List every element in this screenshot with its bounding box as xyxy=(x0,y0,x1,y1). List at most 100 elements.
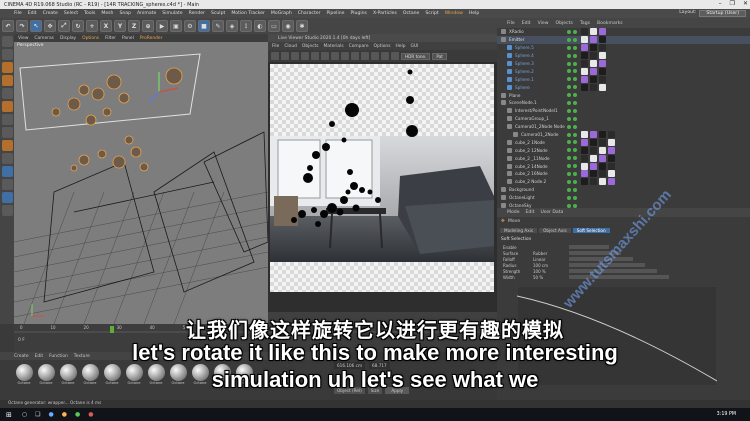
object-picker-icon[interactable] xyxy=(351,52,359,60)
visibility-dots[interactable] xyxy=(567,179,577,184)
object-list-item[interactable]: cube_2 16Node xyxy=(497,170,750,178)
pause-render-icon[interactable] xyxy=(291,52,299,60)
object-list-item[interactable]: Sphere.4 xyxy=(497,52,750,60)
material-tag-icon[interactable] xyxy=(590,170,597,178)
edges-mode-icon[interactable] xyxy=(1,101,13,112)
object-list-item[interactable]: Background xyxy=(497,186,750,194)
object-name[interactable]: Sphere xyxy=(515,85,530,90)
material-picker-icon[interactable] xyxy=(341,52,349,60)
object-manager-menu-item[interactable]: Edit xyxy=(522,21,531,26)
attribute-subtab[interactable]: Object Axis xyxy=(539,227,571,233)
maximize-button[interactable]: ❐ xyxy=(730,0,735,7)
live-viewer-menu-item[interactable]: Options xyxy=(374,44,391,49)
object-list-item[interactable]: SceneNode.1 xyxy=(497,99,750,107)
material-tag-icon[interactable] xyxy=(581,170,588,178)
object-list-item[interactable]: Plane xyxy=(497,91,750,99)
menu-item[interactable]: File xyxy=(14,11,22,16)
object-name[interactable]: CameraGroup_1 xyxy=(515,116,549,121)
taskbar-app-icon[interactable]: ● xyxy=(45,411,58,418)
object-name[interactable]: cube_2 12Node xyxy=(515,148,548,153)
material-tag-icon[interactable] xyxy=(599,28,606,36)
menu-item[interactable]: Script xyxy=(425,11,438,16)
visibility-dots[interactable] xyxy=(567,132,577,137)
object-name[interactable]: Interest/PointNodel1 xyxy=(515,108,558,113)
material-tag-icon[interactable] xyxy=(599,162,606,170)
visibility-dots[interactable] xyxy=(567,37,577,42)
object-name[interactable]: Sphere.2 xyxy=(515,69,534,74)
model-mode-icon[interactable] xyxy=(1,49,13,60)
object-tags[interactable] xyxy=(581,83,606,91)
search-icon[interactable]: ○ xyxy=(18,411,31,418)
focus-picker-icon[interactable] xyxy=(331,52,339,60)
menu-item[interactable]: Create xyxy=(43,11,58,16)
visibility-dots[interactable] xyxy=(567,108,577,113)
menu-item[interactable]: Edit xyxy=(28,11,37,16)
make-editable-icon[interactable] xyxy=(1,36,13,47)
tweak-icon[interactable] xyxy=(1,140,13,151)
object-list-item[interactable]: Interest/PointNodel1 xyxy=(497,107,750,115)
object-tags[interactable] xyxy=(581,28,606,36)
material-tag-icon[interactable] xyxy=(581,28,588,36)
solo-icon[interactable] xyxy=(1,192,13,203)
render-settings-icon[interactable]: ⚙ xyxy=(184,20,196,32)
planar-workplane-icon[interactable] xyxy=(1,179,13,190)
object-tags[interactable] xyxy=(581,178,615,186)
material-tag-icon[interactable] xyxy=(599,52,606,60)
lock-workplane-icon[interactable] xyxy=(1,166,13,177)
object-tags[interactable] xyxy=(581,52,606,60)
material-tag-icon[interactable] xyxy=(590,67,597,75)
material-tag-icon[interactable] xyxy=(608,154,615,162)
redo-icon[interactable]: ↷ xyxy=(16,20,28,32)
material-tag-icon[interactable] xyxy=(590,154,597,162)
visibility-dots[interactable] xyxy=(567,203,577,208)
menu-item[interactable]: Motion Tracker xyxy=(231,11,265,16)
viewport-menu-item[interactable]: Panel xyxy=(122,36,134,41)
lock-icon[interactable] xyxy=(311,52,319,60)
menu-item[interactable]: Help xyxy=(469,11,479,16)
render-picture-icon[interactable]: ▣ xyxy=(170,20,182,32)
workplane-icon[interactable] xyxy=(1,75,13,86)
live-viewer-menu-item[interactable]: Objects xyxy=(302,44,319,49)
post-icon[interactable] xyxy=(381,52,389,60)
object-tags[interactable] xyxy=(581,154,615,162)
material-tag-icon[interactable] xyxy=(599,131,606,139)
material-tag-icon[interactable] xyxy=(581,138,588,146)
object-list-item[interactable]: Sphere.3 xyxy=(497,60,750,68)
object-tags[interactable] xyxy=(581,131,615,139)
taskbar-app-icon[interactable]: ● xyxy=(84,411,97,418)
live-viewer-menu-item[interactable]: Help xyxy=(396,44,406,49)
viewport-menu-item[interactable]: Options xyxy=(82,36,99,41)
material-tag-icon[interactable] xyxy=(590,44,597,52)
array-icon[interactable]: ⋮ xyxy=(240,20,252,32)
texture-mode-icon[interactable] xyxy=(1,62,13,73)
tonemap-icon[interactable] xyxy=(391,52,399,60)
object-tags[interactable] xyxy=(581,67,606,75)
object-list-item[interactable]: Sphere.1 xyxy=(497,75,750,83)
attribute-menu-item[interactable]: Mode xyxy=(507,210,520,215)
object-list-item[interactable]: Camera01_2Node Node xyxy=(497,123,750,131)
clay-mode-icon[interactable] xyxy=(361,52,369,60)
visibility-dots[interactable] xyxy=(567,29,577,34)
material-tag-icon[interactable] xyxy=(590,60,597,67)
object-list-item[interactable]: cube_2 Node.2 xyxy=(497,178,750,186)
param-slider[interactable] xyxy=(569,245,609,249)
object-tags[interactable] xyxy=(581,162,615,170)
object-list-item[interactable]: Emitter xyxy=(497,35,750,44)
visibility-dots[interactable] xyxy=(567,69,577,74)
material-tag-icon[interactable] xyxy=(590,52,597,60)
stop-render-icon[interactable] xyxy=(301,52,309,60)
visibility-dots[interactable] xyxy=(567,53,577,58)
object-name[interactable]: SceneNode.1 xyxy=(509,100,537,105)
material-tag-icon[interactable] xyxy=(581,178,588,186)
visibility-dots[interactable] xyxy=(567,45,577,50)
subsampling-icon[interactable] xyxy=(371,52,379,60)
live-viewer-menu-item[interactable]: Compare xyxy=(349,44,369,49)
viewport-menu-item[interactable]: Filter xyxy=(105,36,116,41)
visibility-dots[interactable] xyxy=(567,195,577,200)
menu-item[interactable]: Render xyxy=(189,11,205,16)
pen-spline-icon[interactable]: ✎ xyxy=(212,20,224,32)
menu-item[interactable]: Simulate xyxy=(162,11,182,16)
material-tag-icon[interactable] xyxy=(581,52,588,60)
material-tag-icon[interactable] xyxy=(590,28,597,36)
visibility-dots[interactable] xyxy=(567,171,577,176)
